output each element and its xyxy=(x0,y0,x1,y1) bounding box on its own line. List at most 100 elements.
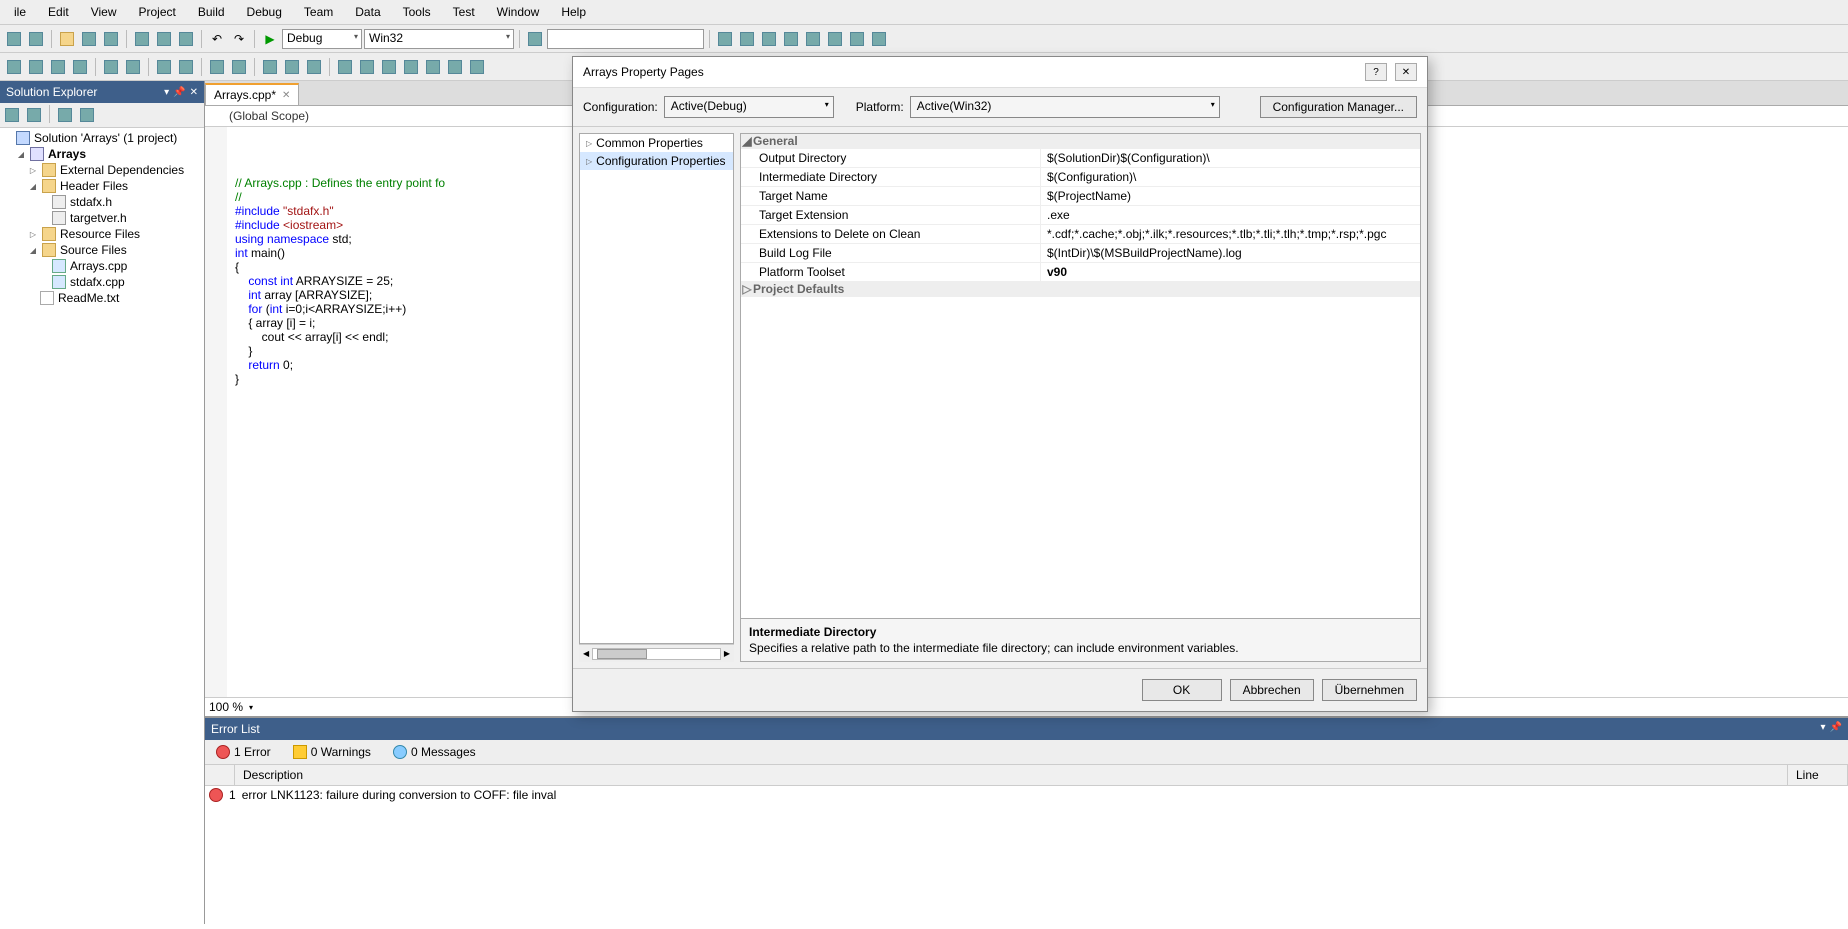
panel-dropdown-icon[interactable]: ▾ xyxy=(164,87,169,98)
grid-category[interactable]: ▷Project Defaults xyxy=(741,282,1420,297)
file-node[interactable]: Arrays.cpp xyxy=(2,258,202,274)
project-node[interactable]: ◢Arrays xyxy=(2,146,202,162)
apply-button[interactable]: Übernehmen xyxy=(1322,679,1417,701)
prop-value[interactable]: *.cdf;*.cache;*.obj;*.ilk;*.resources;*.… xyxy=(1041,225,1420,243)
menu-view[interactable]: View xyxy=(81,2,127,22)
comment-icon[interactable] xyxy=(154,57,174,77)
new-project-icon[interactable] xyxy=(4,29,24,49)
dialog-close-icon[interactable]: ✕ xyxy=(1395,63,1417,81)
dialog-tree-item[interactable]: ▷Configuration Properties xyxy=(580,152,733,170)
tab-close-icon[interactable]: ✕ xyxy=(282,90,290,101)
window-icon6[interactable] xyxy=(825,29,845,49)
dialog-tree-item[interactable]: ▷Common Properties xyxy=(580,134,733,152)
bookmark-icon[interactable] xyxy=(229,57,249,77)
window-icon4[interactable] xyxy=(781,29,801,49)
panel-pin-icon[interactable]: 📌 xyxy=(173,87,185,98)
open-icon[interactable] xyxy=(57,29,77,49)
tb2-icon[interactable] xyxy=(335,57,355,77)
menu-tools[interactable]: Tools xyxy=(393,2,441,22)
prop-value[interactable]: v90 xyxy=(1041,263,1420,281)
tb2-icon[interactable] xyxy=(379,57,399,77)
property-row[interactable]: Build Log File$(IntDir)\$(MSBuildProject… xyxy=(741,244,1420,263)
col-line[interactable]: Line xyxy=(1788,765,1848,785)
prop-value[interactable]: .exe xyxy=(1041,206,1420,224)
ok-button[interactable]: OK xyxy=(1142,679,1222,701)
se-showall-icon[interactable] xyxy=(55,105,75,125)
file-node[interactable]: ReadMe.txt xyxy=(2,290,202,306)
folder-node[interactable]: ◢Source Files xyxy=(2,242,202,258)
error-row[interactable]: 1 error LNK1123: failure during conversi… xyxy=(205,786,1848,804)
file-node[interactable]: targetver.h xyxy=(2,210,202,226)
folder-node[interactable]: ◢Header Files xyxy=(2,178,202,194)
menu-team[interactable]: Team xyxy=(294,2,343,22)
paste-icon[interactable] xyxy=(176,29,196,49)
scroll-right-icon[interactable]: ▶ xyxy=(724,649,730,658)
tb2-icon[interactable] xyxy=(423,57,443,77)
cut-icon[interactable] xyxy=(132,29,152,49)
tb2-icon[interactable] xyxy=(467,57,487,77)
menu-ile[interactable]: ile xyxy=(4,2,36,22)
bookmark-icon[interactable] xyxy=(207,57,227,77)
folder-node[interactable]: ▷Resource Files xyxy=(2,226,202,242)
dialog-titlebar[interactable]: Arrays Property Pages ? ✕ xyxy=(573,57,1427,88)
outdent-icon[interactable] xyxy=(123,57,143,77)
window-icon8[interactable] xyxy=(869,29,889,49)
property-row[interactable]: Target Extension.exe xyxy=(741,206,1420,225)
se-properties-icon[interactable] xyxy=(77,105,97,125)
add-item-icon[interactable] xyxy=(26,29,46,49)
folder-node[interactable]: ▷External Dependencies xyxy=(2,162,202,178)
tb2-icon[interactable] xyxy=(282,57,302,77)
find-input[interactable] xyxy=(547,29,704,49)
config-manager-button[interactable]: Configuration Manager... xyxy=(1260,96,1417,118)
find-icon[interactable] xyxy=(525,29,545,49)
menu-edit[interactable]: Edit xyxy=(38,2,79,22)
indent-icon[interactable] xyxy=(101,57,121,77)
property-row[interactable]: Target Name$(ProjectName) xyxy=(741,187,1420,206)
zoom-dropdown-icon[interactable]: ▾ xyxy=(249,703,253,712)
file-node[interactable]: stdafx.cpp xyxy=(2,274,202,290)
menu-help[interactable]: Help xyxy=(551,2,596,22)
property-row[interactable]: Output Directory$(SolutionDir)$(Configur… xyxy=(741,149,1420,168)
tb2-icon[interactable] xyxy=(26,57,46,77)
grid-category[interactable]: ◢General xyxy=(741,134,1420,149)
undo-icon[interactable]: ↶ xyxy=(207,29,227,49)
tb2-icon[interactable] xyxy=(445,57,465,77)
tb2-icon[interactable] xyxy=(48,57,68,77)
menu-window[interactable]: Window xyxy=(487,2,550,22)
tb2-icon[interactable] xyxy=(304,57,324,77)
warnings-filter-button[interactable]: 0 Warnings xyxy=(284,742,380,762)
menu-build[interactable]: Build xyxy=(188,2,235,22)
panel-dropdown-icon[interactable]: ▾ xyxy=(1821,722,1826,736)
platform-combo[interactable]: Active(Win32) xyxy=(910,96,1220,118)
window-icon5[interactable] xyxy=(803,29,823,49)
menu-debug[interactable]: Debug xyxy=(237,2,292,22)
editor-tab[interactable]: Arrays.cpp* ✕ xyxy=(205,83,299,105)
scrollbar-thumb[interactable] xyxy=(597,649,647,659)
config-combo[interactable]: Debug xyxy=(282,29,362,49)
col-description[interactable]: Description xyxy=(235,765,1788,785)
errors-filter-button[interactable]: 1 Error xyxy=(207,742,280,762)
platform-combo[interactable]: Win32 xyxy=(364,29,514,49)
prop-value[interactable]: $(ProjectName) xyxy=(1041,187,1420,205)
messages-filter-button[interactable]: 0 Messages xyxy=(384,742,485,762)
copy-icon[interactable] xyxy=(154,29,174,49)
save-all-icon[interactable] xyxy=(101,29,121,49)
tb2-icon[interactable] xyxy=(357,57,377,77)
panel-close-icon[interactable]: ✕ xyxy=(190,87,198,98)
window-icon3[interactable] xyxy=(759,29,779,49)
prop-value[interactable]: $(IntDir)\$(MSBuildProjectName).log xyxy=(1041,244,1420,262)
file-node[interactable]: stdafx.h xyxy=(2,194,202,210)
panel-pin-icon[interactable]: 📌 xyxy=(1830,722,1842,736)
window-icon1[interactable] xyxy=(715,29,735,49)
property-row[interactable]: Platform Toolsetv90 xyxy=(741,263,1420,282)
window-icon7[interactable] xyxy=(847,29,867,49)
prop-value[interactable]: $(Configuration)\ xyxy=(1041,168,1420,186)
uncomment-icon[interactable] xyxy=(176,57,196,77)
tb2-icon[interactable] xyxy=(4,57,24,77)
property-row[interactable]: Intermediate Directory$(Configuration)\ xyxy=(741,168,1420,187)
prop-value[interactable]: $(SolutionDir)$(Configuration)\ xyxy=(1041,149,1420,167)
scroll-left-icon[interactable]: ◀ xyxy=(583,649,589,658)
menu-test[interactable]: Test xyxy=(443,2,485,22)
config-combo[interactable]: Active(Debug) xyxy=(664,96,834,118)
menu-data[interactable]: Data xyxy=(345,2,390,22)
